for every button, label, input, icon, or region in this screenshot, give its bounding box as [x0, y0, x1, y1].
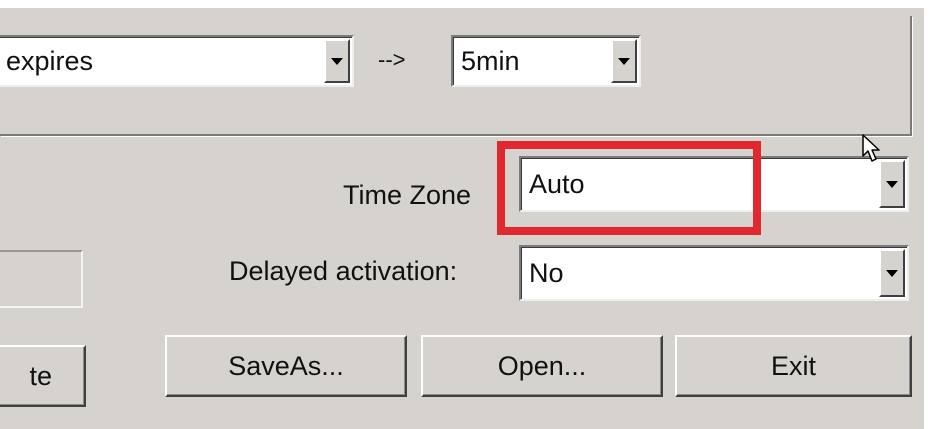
- time-zone-highlight-box: [497, 141, 761, 235]
- dialog-panel: expires --> 5min Time Zone Auto Delayed …: [0, 8, 924, 429]
- expire-interval-select[interactable]: 5min: [451, 35, 641, 87]
- expire-arrow-label: -->: [378, 47, 406, 72]
- partial-field: [0, 250, 83, 308]
- delayed-activation-select[interactable]: No: [519, 245, 909, 301]
- mouse-cursor-icon: [862, 134, 884, 169]
- dropdown-arrow-icon[interactable]: [611, 39, 637, 83]
- open-button[interactable]: Open...: [421, 335, 663, 397]
- open-button-label: Open...: [497, 350, 587, 381]
- save-as-button-label: SaveAs...: [228, 350, 344, 381]
- partial-button-label: te: [29, 360, 52, 391]
- delayed-activation-value: No: [529, 257, 564, 288]
- exit-button-label: Exit: [770, 350, 816, 381]
- exit-button[interactable]: Exit: [675, 335, 912, 397]
- dropdown-arrow-icon[interactable]: [879, 249, 905, 297]
- expire-condition-select[interactable]: expires: [0, 35, 354, 87]
- time-zone-label: Time Zone: [343, 180, 472, 210]
- save-as-button[interactable]: SaveAs...: [165, 335, 407, 397]
- expire-settings-group: expires --> 5min: [0, 16, 912, 136]
- delayed-activation-label: Delayed activation:: [229, 256, 458, 286]
- expire-condition-value: expires: [6, 45, 94, 76]
- dropdown-arrow-icon[interactable]: [324, 39, 350, 83]
- partial-button[interactable]: te: [0, 345, 86, 407]
- expire-interval-value: 5min: [461, 45, 520, 76]
